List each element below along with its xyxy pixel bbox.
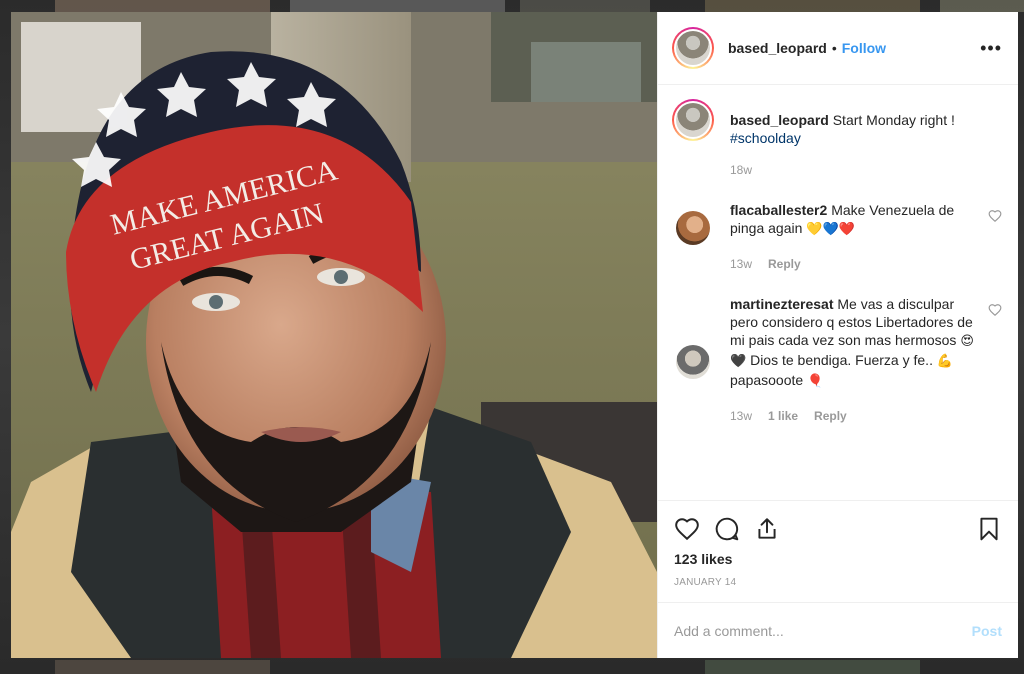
author-username[interactable]: based_leopard (728, 40, 827, 56)
caption-row: based_leopard Start Monday right ! #scho… (672, 99, 1002, 179)
post-actions: 123 likes JANUARY 14 (658, 500, 1018, 602)
comment-timestamp: 13w (730, 409, 753, 423)
post-modal: MAKE AMERICA GREAT AGAIN based_leopard •… (11, 12, 1018, 658)
comment-text-continued: Dios te bendiga. Fuerza y fe.. (750, 352, 933, 368)
commenter-avatar[interactable] (676, 211, 710, 245)
comment-emoji: 💪 (936, 354, 954, 369)
post-sidebar: based_leopard • Follow ••• based_leopard… (657, 12, 1018, 658)
commenter-avatar[interactable] (676, 345, 710, 379)
caption-timestamp: 18w (730, 163, 753, 177)
more-options-icon[interactable]: ••• (980, 39, 1002, 57)
post-date[interactable]: JANUARY 14 (674, 577, 1002, 588)
caption-text: Start Monday right ! (832, 112, 955, 128)
reply-button[interactable]: Reply (814, 407, 847, 425)
like-button[interactable] (674, 509, 714, 549)
caption-username[interactable]: based_leopard (730, 112, 829, 128)
comment-emoji: 💛💙❤️ (806, 222, 855, 237)
share-button[interactable] (754, 509, 794, 549)
comment-item: flacaballester2 Make Venezuela de pinga … (672, 201, 1002, 273)
like-comment-heart-icon[interactable] (988, 303, 1002, 317)
comments-list[interactable]: based_leopard Start Monday right ! #scho… (658, 85, 1018, 500)
author-avatar[interactable] (672, 27, 714, 69)
post-comment-button[interactable]: Post (972, 623, 1002, 639)
comment-item: martinezteresat Me vas a disculpar pero … (672, 295, 1002, 425)
background-thumbnail (520, 0, 650, 12)
follow-button[interactable]: Follow (842, 40, 886, 56)
likes-count[interactable]: 123 likes (674, 551, 1002, 567)
background-thumbnail (290, 0, 505, 12)
background-thumbnail (55, 660, 270, 674)
comment-username[interactable]: martinezteresat (730, 296, 834, 312)
comment-username[interactable]: flacaballester2 (730, 202, 827, 218)
background-thumbnail (55, 0, 270, 12)
caption-avatar[interactable] (672, 99, 714, 141)
separator-dot: • (831, 40, 837, 56)
bookmark-icon (980, 517, 998, 541)
post-header: based_leopard • Follow ••• (658, 12, 1018, 85)
post-photo[interactable]: MAKE AMERICA GREAT AGAIN (11, 12, 657, 658)
comment-composer: Post (658, 602, 1018, 658)
comment-emoji: 🎈 (807, 374, 824, 389)
comment-like-count[interactable]: 1 like (768, 407, 798, 425)
background-thumbnail (940, 0, 1024, 12)
caption-avatar-image (676, 103, 710, 137)
author-avatar-image (676, 31, 710, 65)
comment-button[interactable] (714, 509, 754, 549)
comment-text-end: papasooote (730, 372, 804, 388)
background-thumbnail (705, 0, 920, 12)
like-comment-heart-icon[interactable] (988, 209, 1002, 223)
comment-bubble-icon (715, 517, 739, 541)
photo-illustration: MAKE AMERICA GREAT AGAIN (11, 12, 657, 658)
add-comment-input[interactable] (674, 622, 972, 639)
share-icon (758, 518, 776, 539)
comment-timestamp: 13w (730, 257, 753, 271)
save-button[interactable] (962, 509, 1002, 549)
background-thumbnail (705, 660, 920, 674)
caption-hashtag[interactable]: #schoolday (730, 130, 801, 146)
heart-icon (675, 518, 699, 541)
reply-button[interactable]: Reply (768, 255, 801, 273)
